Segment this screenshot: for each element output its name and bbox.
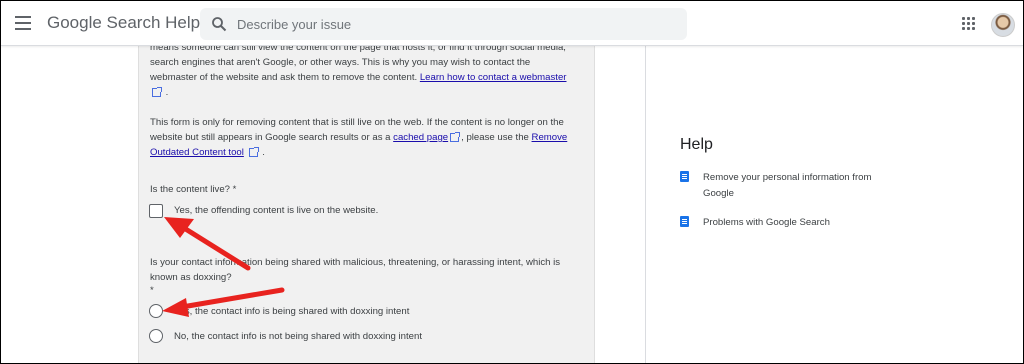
paragraph-line: website but still appears in Google sear…: [150, 130, 582, 145]
doxxing-no-radio[interactable]: [149, 329, 163, 343]
help-item-line: Google: [703, 188, 734, 199]
required-marker: *: [150, 285, 154, 296]
help-item-line: Remove your personal information from: [703, 172, 872, 183]
search-box[interactable]: [200, 8, 687, 40]
hamburger-menu-icon[interactable]: [15, 16, 31, 30]
question-line: known as doxxing?: [150, 272, 232, 283]
external-link-icon[interactable]: [450, 131, 461, 142]
remove-outdated-content-link[interactable]: Remove: [532, 132, 568, 143]
question-doxxing: Is your contact information being shared…: [150, 255, 582, 297]
doxxing-yes-label[interactable]: Yes, the contact info is being shared wi…: [174, 306, 409, 317]
doxxing-yes-radio[interactable]: [149, 304, 163, 318]
form-paragraph-2: This form is only for removing content t…: [150, 115, 582, 160]
search-input[interactable]: [237, 8, 677, 40]
outdated-content-tool-link[interactable]: Outdated Content tool: [150, 147, 244, 158]
apps-grid-icon[interactable]: [962, 17, 975, 30]
paragraph-line: search engines that aren't Google, or ot…: [150, 57, 531, 68]
doxxing-no-label[interactable]: No, the contact info is not being shared…: [174, 331, 422, 342]
period: .: [262, 147, 265, 158]
account-avatar[interactable]: [991, 13, 1015, 37]
form-paragraph-1: means someone can still view the content…: [150, 40, 582, 100]
article-icon: [680, 171, 689, 182]
contact-webmaster-link[interactable]: Learn how to contact a webmaster: [420, 72, 567, 83]
paragraph-text: , please use the: [461, 132, 532, 143]
article-icon: [680, 216, 689, 227]
paragraph-line: webmaster of the website and ask them to…: [150, 70, 582, 85]
paragraph-line: This form is only for removing content t…: [150, 117, 564, 128]
period: .: [165, 87, 169, 98]
help-item-label[interactable]: Problems with Google Search: [703, 215, 893, 231]
paragraph-text: webmaster of the website and ask them to…: [150, 72, 420, 83]
app-title[interactable]: Google Search Help: [47, 13, 200, 33]
column-divider: [645, 45, 646, 363]
top-app-bar: Google Search Help: [1, 1, 1023, 46]
cached-page-link[interactable]: cached page: [393, 132, 448, 143]
external-link-icon[interactable]: [152, 86, 162, 97]
content-live-option-label[interactable]: Yes, the offending content is live on th…: [174, 205, 378, 216]
paragraph-text: website but still appears in Google sear…: [150, 132, 394, 143]
search-icon[interactable]: [211, 16, 227, 32]
paragraph-line: .: [150, 85, 582, 100]
help-panel-title: Help: [680, 136, 713, 153]
question-content-live-label: Is the content live? *: [150, 184, 237, 195]
paragraph-line: Outdated Content tool .: [150, 145, 582, 160]
content-live-checkbox[interactable]: [149, 204, 163, 218]
help-item-label[interactable]: Remove your personal information from Go…: [703, 170, 893, 202]
question-line: Is your contact information being shared…: [150, 257, 561, 268]
external-link-icon[interactable]: [248, 146, 259, 157]
